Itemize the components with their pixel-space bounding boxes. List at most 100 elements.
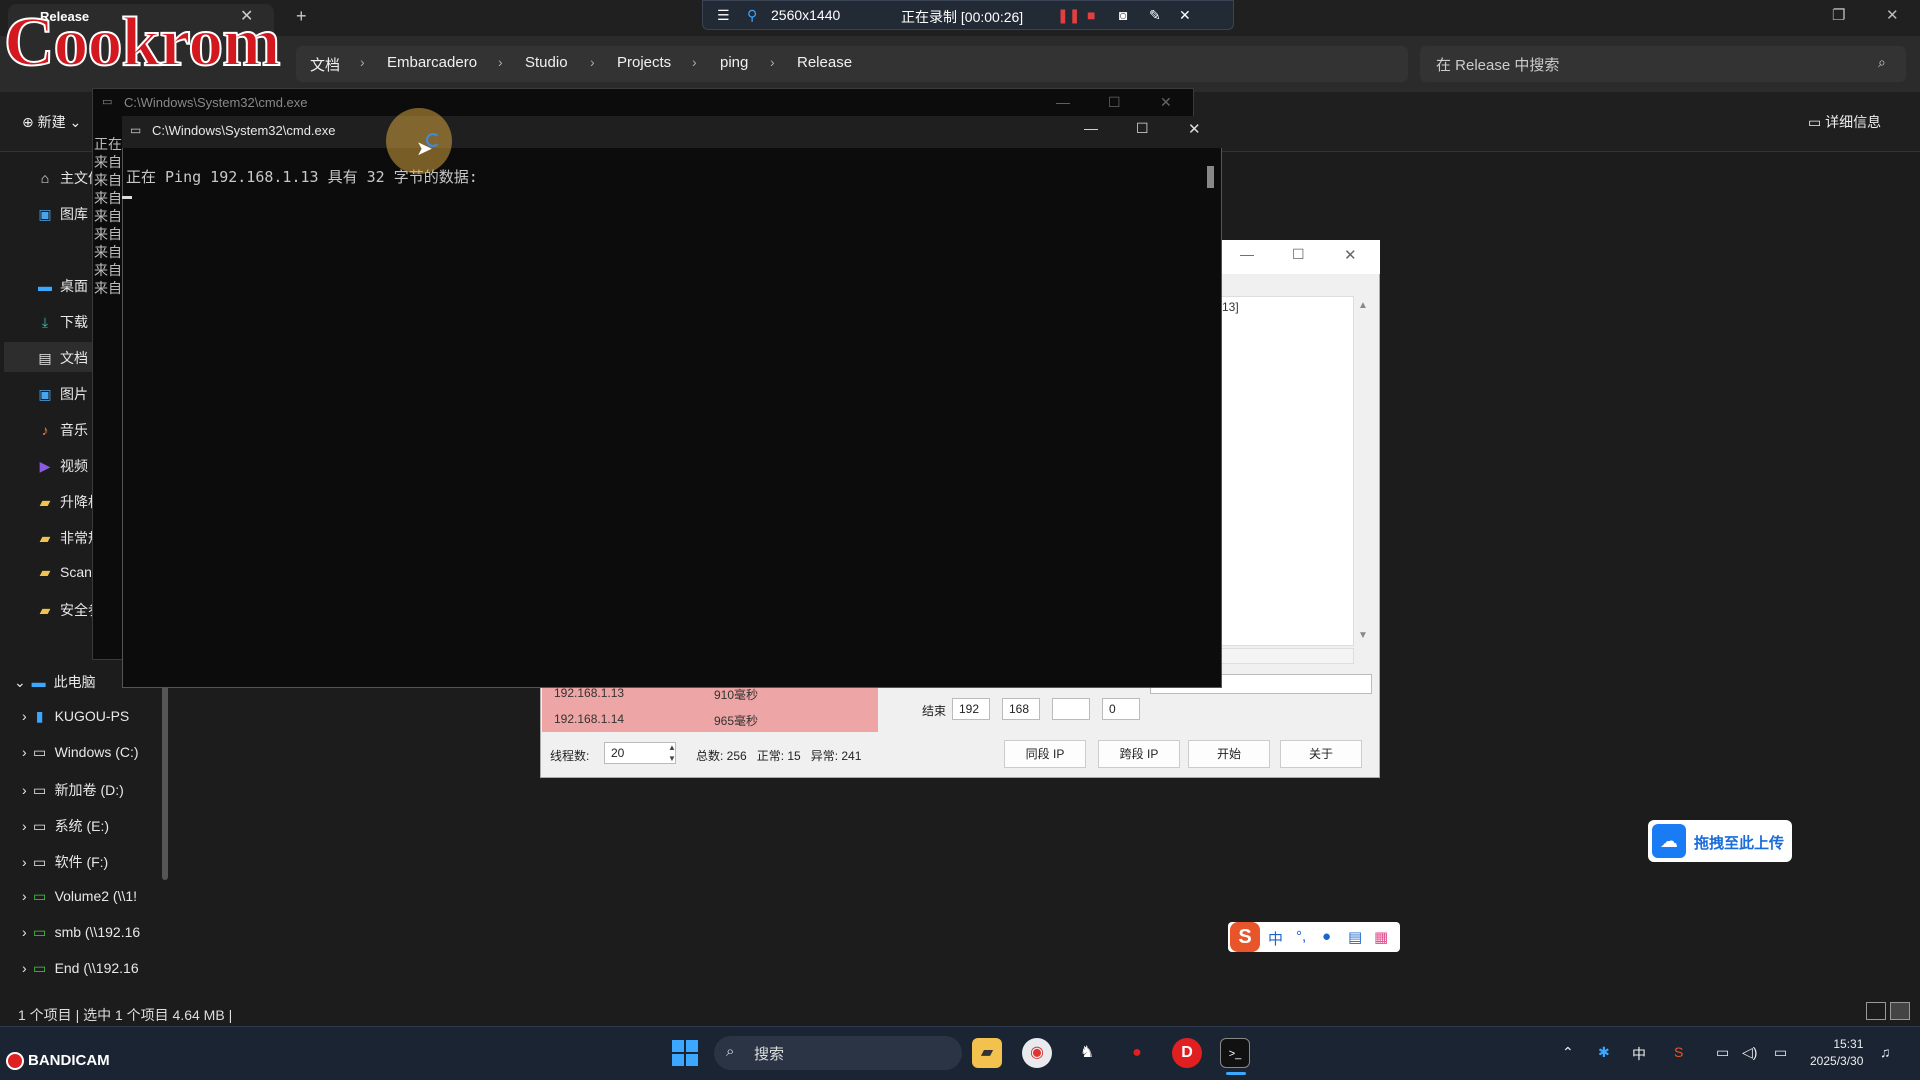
nav-gallery[interactable]: ▣ 图库: [36, 204, 88, 224]
nav-folder[interactable]: ▰ Scan: [36, 564, 92, 581]
scroll-up-icon[interactable]: ▲: [1358, 300, 1368, 311]
clock-date: 2025/3/30: [1810, 1054, 1864, 1068]
keyboard-icon[interactable]: ▤: [1348, 928, 1362, 946]
camera-icon[interactable]: ◙: [1119, 7, 1127, 23]
toolbox-icon[interactable]: ▦: [1374, 928, 1388, 946]
maximize-icon[interactable]: ☐: [1108, 94, 1121, 111]
notification-bell-icon[interactable]: ♫: [1880, 1044, 1891, 1060]
pen-icon[interactable]: ✎: [1149, 7, 1161, 24]
nav-drive[interactable]: › ▭ Volume2 (\\1!: [22, 888, 137, 905]
spin-arrows-icon[interactable]: ▲ ▼: [668, 742, 676, 764]
system-clock[interactable]: 15:31 2025/3/30: [1810, 1036, 1863, 1070]
breadcrumb-2[interactable]: Studio: [525, 54, 568, 71]
breadcrumb-0[interactable]: 文档: [310, 54, 340, 75]
chrome-icon[interactable]: ◉: [1022, 1038, 1052, 1068]
delphi-icon[interactable]: D: [1172, 1038, 1202, 1068]
battery-icon[interactable]: ▭: [1774, 1044, 1787, 1061]
nav-drive[interactable]: › ▭ 软件 (F:): [22, 852, 108, 872]
table-row[interactable]: 192.168.1.14 965毫秒: [542, 706, 878, 732]
end-ip-octet-1[interactable]: 192: [952, 698, 990, 720]
sogou-tray-icon[interactable]: S: [1674, 1044, 1683, 1060]
nav-drive[interactable]: › ▭ Windows (C:): [22, 744, 139, 761]
scroll-down-icon[interactable]: ▼: [1358, 630, 1368, 641]
start-button[interactable]: [672, 1040, 698, 1066]
search-icon[interactable]: ⌕: [1878, 54, 1886, 71]
nav-drive[interactable]: › ▭ smb (\\192.16: [22, 924, 140, 941]
sidebar-scrollbar[interactable]: [162, 680, 168, 880]
cross-segment-button[interactable]: 跨段 IP: [1098, 740, 1180, 768]
close-icon[interactable]: ✕: [1160, 94, 1172, 111]
new-button[interactable]: ⊕ 新建 ⌄: [22, 112, 81, 132]
end-ip-octet-3[interactable]: [1052, 698, 1090, 720]
search-icon: ⌕: [726, 1043, 735, 1060]
mouse-pointer-icon: ➤: [416, 138, 433, 160]
cmd-title: C:\Windows\System32\cmd.exe: [152, 123, 336, 138]
restore-icon[interactable]: ❐: [1832, 6, 1845, 24]
minimize-icon[interactable]: —: [1240, 246, 1254, 262]
nav-downloads[interactable]: ⤓ 下载: [36, 312, 88, 332]
file-explorer-icon[interactable]: ▰: [972, 1038, 1002, 1068]
new-tab-icon[interactable]: +: [296, 6, 307, 27]
threads-input[interactable]: 20: [604, 742, 676, 764]
ping-result-list[interactable]: [1214, 296, 1354, 646]
stop-icon[interactable]: ■: [1087, 7, 1095, 23]
fox-app-icon[interactable]: ♞: [1072, 1038, 1102, 1068]
minimize-icon[interactable]: —: [1084, 120, 1098, 136]
breadcrumb-4[interactable]: ping: [720, 54, 748, 71]
cmd-window[interactable]: [122, 116, 1222, 688]
menu-icon[interactable]: ☰: [717, 7, 730, 24]
pin-icon[interactable]: ⚲: [747, 7, 757, 24]
ime-language[interactable]: 中: [1268, 928, 1283, 949]
pause-icon[interactable]: ❚❚: [1057, 7, 1080, 24]
nav-drive[interactable]: › ▭ End (\\192.16: [22, 960, 139, 977]
chevron-right-icon: ›: [22, 782, 31, 798]
horizontal-scrollbar[interactable]: [1214, 648, 1354, 664]
details-view-icon[interactable]: [1866, 1002, 1886, 1020]
folder-icon: ▰: [39, 530, 51, 546]
about-button[interactable]: 关于: [1280, 740, 1362, 768]
record-app-icon[interactable]: ●: [1122, 1038, 1152, 1068]
punctuation-icon[interactable]: °,: [1296, 928, 1306, 945]
cmd-bg-title: C:\Windows\System32\cmd.exe: [124, 95, 308, 110]
nav-pictures[interactable]: ▣ 图片: [36, 384, 88, 404]
chevron-down-icon: ⌄: [14, 674, 30, 690]
network-icon[interactable]: ▭: [1716, 1044, 1729, 1061]
network-drive-icon: ▭: [32, 924, 47, 940]
close-icon[interactable]: ✕: [1886, 6, 1899, 24]
terminal-icon[interactable]: >_: [1220, 1038, 1250, 1068]
cmd-scrollbar[interactable]: [1207, 166, 1214, 188]
nav-drive[interactable]: › ▭ 新加卷 (D:): [22, 780, 124, 800]
nav-desktop[interactable]: ▬ 桌面: [36, 276, 88, 296]
maximize-icon[interactable]: ☐: [1136, 120, 1149, 137]
breadcrumb-5[interactable]: Release: [797, 54, 852, 71]
breadcrumb-1[interactable]: Embarcadero: [387, 54, 477, 71]
close-icon[interactable]: ✕: [1188, 120, 1201, 138]
close-icon[interactable]: ✕: [1344, 246, 1357, 264]
details-button[interactable]: ▭ 详细信息: [1808, 112, 1881, 132]
taskbar-search[interactable]: [714, 1036, 962, 1070]
tray-chevron-icon[interactable]: ⌃: [1562, 1044, 1574, 1061]
end-ip-octet-2[interactable]: 168: [1002, 698, 1040, 720]
nav-videos[interactable]: ▶ 视频: [36, 456, 88, 476]
desktop-icon: ▬: [38, 278, 52, 294]
record-icon: [6, 1052, 24, 1071]
breadcrumb-3[interactable]: Projects: [617, 54, 671, 71]
microphone-icon[interactable]: ●: [1322, 928, 1331, 945]
nav-this-pc[interactable]: ⌄ ▬ 此电脑: [14, 672, 96, 692]
tray-language[interactable]: 中: [1632, 1044, 1646, 1064]
chevron-right-icon: ›: [22, 818, 31, 834]
nav-drive[interactable]: › ▭ 系统 (E:): [22, 816, 109, 836]
start-button[interactable]: 开始: [1188, 740, 1270, 768]
search-placeholder: 在 Release 中搜索: [1436, 57, 1560, 74]
nav-music[interactable]: ♪ 音乐: [36, 420, 89, 440]
volume-icon[interactable]: ◁): [1742, 1044, 1757, 1061]
bluetooth-icon[interactable]: ✱: [1598, 1044, 1610, 1061]
text-cursor: [122, 196, 132, 199]
nav-drive[interactable]: › ▮ KUGOU-PS: [22, 708, 129, 725]
same-segment-button[interactable]: 同段 IP: [1004, 740, 1086, 768]
end-ip-octet-4[interactable]: 0: [1102, 698, 1140, 720]
close-recorder-icon[interactable]: ✕: [1179, 7, 1191, 24]
tiles-view-icon[interactable]: [1890, 1002, 1910, 1020]
minimize-icon[interactable]: —: [1056, 94, 1070, 110]
maximize-icon[interactable]: ☐: [1292, 246, 1305, 263]
